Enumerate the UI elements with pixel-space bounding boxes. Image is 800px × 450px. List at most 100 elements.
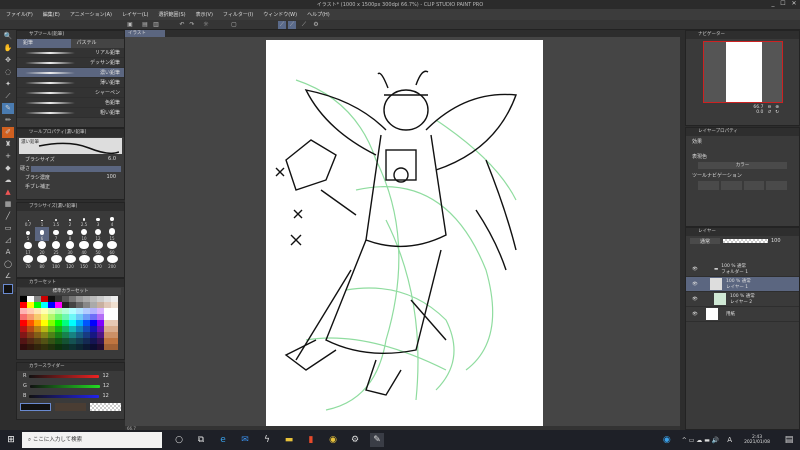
tray-app-icon[interactable]: ◉ [660,433,674,447]
balloon-icon[interactable]: ◯ [2,259,14,270]
menu-edit[interactable]: 編集(E) [43,11,60,18]
brush-size-preset[interactable]: 17 [21,241,35,255]
brush-size-preset[interactable]: 5 [21,227,35,241]
lasso-tool-icon[interactable]: ◌ [2,67,14,78]
menu-layer[interactable]: レイヤー(L) [122,11,149,18]
decoration-icon[interactable]: + [2,151,14,162]
eyedropper-icon[interactable]: ⟋ [2,91,14,102]
colorset-dropdown[interactable]: 標準カラーセット [20,288,121,295]
blue-slider[interactable] [29,394,100,398]
brush-size-preset[interactable]: 120 [63,255,77,269]
color-swatch[interactable] [62,344,69,350]
red-slider[interactable] [29,374,100,378]
expression-color-dropdown[interactable]: カラー [698,162,787,169]
brush-size-preset[interactable]: 200 [105,255,119,269]
snap-ruler-icon[interactable]: ⟋ [278,21,286,29]
menu-window[interactable]: ウィンドウ(W) [263,11,297,18]
ruler-icon[interactable]: ◿ [2,235,14,246]
brush-size-preset[interactable]: 60 [105,241,119,255]
rotate-right-icon[interactable]: ↻ [775,110,779,115]
notification-icon[interactable]: ▤ [782,433,796,447]
brush-size-preset[interactable]: 25 [49,241,63,255]
menu-help[interactable]: ヘルプ(H) [307,11,330,18]
green-value[interactable]: 12 [103,383,109,389]
brush-size-preset[interactable]: 1.5 [49,213,63,227]
transparent-color-chip[interactable] [90,403,122,411]
minimize-button[interactable]: _ [768,0,778,7]
brush-size-value[interactable]: 6.0 [108,156,116,163]
tool-nav-button[interactable] [720,181,742,190]
color-swatch[interactable] [104,344,111,350]
brush-size-preset[interactable]: 50 [91,241,105,255]
windows-start-icon[interactable]: ⊞ [4,433,18,447]
eraser-icon[interactable]: ◆ [2,163,14,174]
move-tool-icon[interactable]: ✥ [2,55,14,66]
menu-view[interactable]: 表示(V) [196,11,213,18]
menu-filter[interactable]: フィルター(I) [223,11,253,18]
layer-row-selected[interactable]: 👁 100 % 通常 レイヤー 1 [686,277,799,292]
mail-icon[interactable]: ✉ [238,433,252,447]
color-swatch[interactable] [76,344,83,350]
navigator-preview[interactable] [702,41,783,103]
brush-size-preset[interactable]: 7 [49,227,63,241]
subtool-item[interactable]: デッサン鉛筆 [17,58,124,68]
hardness-selector[interactable] [31,165,121,172]
brush-size-preset[interactable]: 170 [91,255,105,269]
snap-special-ruler-icon[interactable]: ⟋ [288,21,296,29]
brush-size-preset[interactable]: 70 [21,255,35,269]
new-icon[interactable]: ▣ [126,21,134,29]
density-value[interactable]: 100 [106,174,116,181]
clip-studio-icon[interactable]: ✎ [370,433,384,447]
subtool-item[interactable]: 粗い鉛筆 [17,108,124,118]
brush-size-preset[interactable]: 2.5 [77,213,91,227]
drawing-canvas[interactable] [266,40,543,428]
subtool-item[interactable]: 色鉛筆 [17,98,124,108]
color-swatch[interactable] [111,344,118,350]
edge-icon[interactable]: e [216,433,230,447]
red-value[interactable]: 12 [102,373,108,379]
brush-size-preset[interactable]: 6 [35,227,49,241]
tray-icons[interactable]: ^ ▭ ☁ ▬ 🔊 [682,437,719,444]
brush-size-preset[interactable]: 150 [77,255,91,269]
color-swatch[interactable] [34,344,41,350]
tool-nav-button[interactable] [743,181,765,190]
office-icon[interactable]: ▮ [304,433,318,447]
brush-size-preset[interactable]: 80 [35,255,49,269]
cortana-icon[interactable]: ○ [172,433,186,447]
brush-size-preset[interactable]: 12 [91,227,105,241]
main-color-chip[interactable] [20,403,52,411]
tool-nav-button[interactable] [698,181,719,190]
sub-color-chip[interactable] [55,403,87,411]
settings-app-icon[interactable]: ⚙ [348,433,362,447]
taskbar-search[interactable]: ⌕ ここに入力して検索 [22,432,162,448]
opacity-value[interactable]: 100 [771,238,781,244]
opacity-slider[interactable] [723,239,768,243]
brush-size-preset[interactable]: 20 [35,241,49,255]
color-swatch[interactable] [97,344,104,350]
hand-tool-icon[interactable]: ✋ [2,43,14,54]
brush-size-preset[interactable]: 30 [63,241,77,255]
open-icon[interactable]: ▤ [141,21,149,29]
app-icon[interactable]: ϟ [260,433,274,447]
brush-size-preset[interactable]: 10 [77,227,91,241]
transform-icon[interactable]: ▢ [230,21,238,29]
green-slider[interactable] [29,384,100,388]
color-swatch[interactable] [90,344,97,350]
undo-icon[interactable]: ↶ [178,21,186,29]
brush-size-preset[interactable]: 40 [77,241,91,255]
group-pencil-tab[interactable]: 鉛筆 [17,39,71,48]
redo-icon[interactable]: ↷ [188,21,196,29]
save-icon[interactable]: ▥ [152,21,160,29]
clear-icon[interactable]: ☼ [202,21,210,29]
subtool-item[interactable]: 薄い鉛筆 [17,78,124,88]
brush-size-preset[interactable]: 100 [49,255,63,269]
brush-tool-icon[interactable]: ✐ [2,127,14,138]
gradient-icon[interactable]: ▦ [2,199,14,210]
figure-icon[interactable]: ╱ [2,211,14,222]
rotate-left-icon[interactable]: ↺ [767,110,771,115]
color-swatch[interactable] [69,344,76,350]
file-explorer-icon[interactable]: ▬ [282,433,296,447]
brush-size-preset[interactable]: 2 [63,213,77,227]
subtool-item-selected[interactable]: 濃い鉛筆 [17,68,124,78]
menu-selection[interactable]: 選択範囲(S) [159,11,186,18]
